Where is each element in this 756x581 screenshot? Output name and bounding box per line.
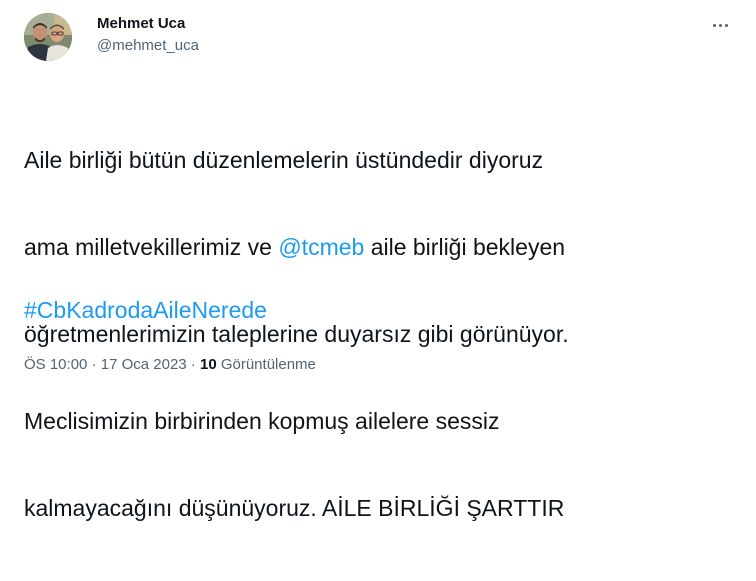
tweet-text-segment: aile birliği bekleyen — [364, 234, 566, 260]
tweet-date[interactable]: 17 Oca 2023 — [101, 356, 187, 373]
tweet-meta: ÖS 10:00 · 17 Oca 2023 · 10 Görüntülenme — [24, 355, 316, 375]
more-horizontal-icon — [712, 23, 716, 27]
hashtag-row: #CbKadrodaAileNerede — [24, 296, 267, 325]
meta-separator: · — [186, 356, 200, 373]
profile-photo-icon — [24, 13, 72, 61]
more-options-button[interactable] — [706, 14, 734, 36]
tweet-text-line: Meclisimizin birbirinden kopmuş ailelere… — [24, 408, 500, 434]
author-handle[interactable]: @mehmet_uca — [97, 36, 199, 56]
views-label: Görüntülenme — [216, 356, 316, 373]
hashtag-link[interactable]: #CbKadrodaAileNerede — [24, 297, 267, 323]
more-horizontal-icon-dot — [724, 23, 728, 27]
author-display-name[interactable]: Mehmet Uca — [97, 14, 185, 34]
tweet-text-segment: ama milletvekillerimiz ve — [24, 234, 279, 260]
tweet-text: Aile birliği bütün düzenlemelerin üstünd… — [24, 88, 734, 581]
tweet-card: Mehmet Uca @mehmet_uca Aile birliği bütü… — [0, 0, 756, 521]
mention-link[interactable]: @tcmeb — [278, 234, 364, 260]
tweet-time[interactable]: ÖS 10:00 — [24, 356, 87, 373]
tweet-text-line: Aile birliği bütün düzenlemelerin üstünd… — [24, 147, 544, 173]
avatar[interactable] — [24, 13, 72, 61]
more-horizontal-icon-dot — [718, 23, 722, 27]
tweet-text-line: ama milletvekillerimiz ve @tcmeb aile bi… — [24, 233, 734, 262]
meta-separator: · — [87, 356, 101, 373]
tweet-text-line: kalmayacağını düşünüyoruz. AİLE BİRLİĞİ … — [24, 495, 565, 521]
views-count[interactable]: 10 — [200, 356, 217, 373]
